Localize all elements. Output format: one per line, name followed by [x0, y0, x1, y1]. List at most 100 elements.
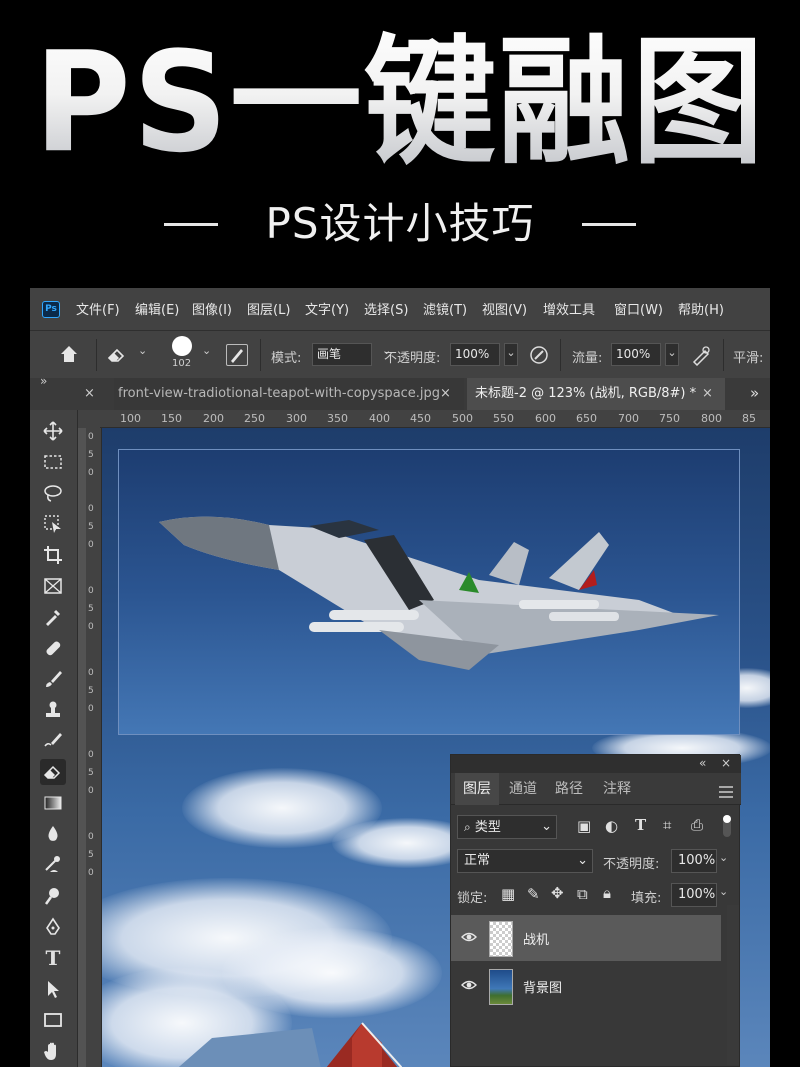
tab-paths[interactable]: 路径	[555, 773, 583, 805]
adjustment-filter-icon[interactable]: ◐	[605, 817, 618, 835]
filter-toggle-icon[interactable]	[723, 815, 731, 837]
marquee-icon[interactable]	[40, 449, 66, 475]
move-icon[interactable]	[40, 418, 66, 444]
stamp-icon[interactable]	[40, 697, 66, 723]
close-icon[interactable]: ×	[721, 756, 731, 770]
menu-layer[interactable]: 图层(L)	[247, 299, 290, 318]
panel-collapse-icon[interactable]: «	[699, 756, 706, 770]
ruler-tick-label: 0	[88, 432, 94, 442]
lock-artboard-icon[interactable]: ⧉	[577, 885, 588, 903]
smart-object-filter-icon[interactable]: ⎙	[691, 816, 703, 834]
menu-bar: Ps 文件(F) 编辑(E) 图像(I) 图层(L) 文字(Y) 选择(S) 滤…	[30, 288, 770, 330]
chevron-down-icon[interactable]: ⌄	[719, 851, 728, 864]
main-title: PS一键融图	[0, 14, 800, 193]
menu-file[interactable]: 文件(F)	[76, 299, 120, 318]
type-icon[interactable]: T	[40, 945, 66, 971]
close-icon[interactable]: ×	[702, 386, 713, 401]
ruler-tick-label: 5	[88, 850, 94, 860]
chevron-down-icon[interactable]: ⌄	[138, 344, 147, 357]
fill-input[interactable]: 100%	[671, 883, 717, 907]
eraser-preset-icon[interactable]	[106, 344, 128, 368]
close-icon[interactable]: ×	[84, 386, 95, 401]
menu-plugins[interactable]: 增效工具	[543, 299, 595, 318]
layer-filter-select[interactable]: ⌕ 类型 ⌄	[457, 815, 557, 839]
lock-image-icon[interactable]: ✎	[527, 885, 540, 903]
ruler-tick-label: 750	[659, 412, 680, 425]
rectangle-icon[interactable]	[40, 1007, 66, 1033]
menu-image[interactable]: 图像(I)	[192, 299, 232, 318]
crop-icon[interactable]	[40, 542, 66, 568]
shape-filter-icon[interactable]: ⌗	[663, 816, 671, 834]
subtitle-dash-left	[164, 223, 218, 226]
flow-label: 流量:	[572, 351, 603, 366]
subtitle-dash-right	[582, 223, 636, 226]
brush-size-icon[interactable]	[172, 336, 192, 356]
opacity-input[interactable]: 100%	[450, 343, 500, 366]
mode-select[interactable]: 画笔	[312, 343, 372, 366]
eraser-icon[interactable]	[40, 759, 66, 785]
menu-type[interactable]: 文字(Y)	[305, 299, 349, 318]
brush-icon[interactable]	[40, 666, 66, 692]
tab-overflow-icon[interactable]: »	[750, 384, 759, 402]
blur-icon[interactable]	[40, 821, 66, 847]
menu-window[interactable]: 窗口(W)	[614, 299, 663, 318]
ruler-tick-label: 5	[88, 604, 94, 614]
dodge-icon[interactable]	[40, 852, 66, 878]
flow-input[interactable]: 100%	[611, 343, 661, 366]
ruler-tick-label: 250	[244, 412, 265, 425]
menu-view[interactable]: 视图(V)	[482, 299, 527, 318]
gradient-icon[interactable]	[40, 790, 66, 816]
barn-image	[178, 1022, 402, 1067]
ruler-tick-label: 350	[327, 412, 348, 425]
fighter-jet-layer[interactable]	[118, 449, 740, 735]
lasso-icon[interactable]	[40, 480, 66, 506]
layer-row-fighter[interactable]: 战机	[451, 915, 721, 961]
chevron-down-icon[interactable]: ⌄	[719, 885, 728, 898]
chevron-down-icon[interactable]: ⌄	[202, 344, 211, 357]
lock-transparency-icon[interactable]: ▦	[501, 885, 515, 903]
layer-opacity-input[interactable]: 100%	[671, 849, 717, 873]
airbrush-icon[interactable]	[690, 344, 712, 370]
lock-position-icon[interactable]: ✥	[551, 884, 564, 902]
ruler-tick-label: 0	[88, 622, 94, 632]
blend-mode-select[interactable]: 正常 ⌄	[457, 849, 593, 873]
eye-icon[interactable]	[461, 977, 477, 993]
panel-menu-icon[interactable]	[719, 783, 733, 802]
brush-settings-icon[interactable]	[226, 344, 248, 366]
ruler-tick-label: 0	[88, 832, 94, 842]
pressure-opacity-icon[interactable]	[528, 344, 550, 370]
tab-channels[interactable]: 通道	[509, 773, 537, 805]
object-select-icon[interactable]	[40, 511, 66, 537]
layer-name: 战机	[523, 933, 550, 948]
hand-icon[interactable]	[40, 1038, 66, 1064]
frame-icon[interactable]	[40, 573, 66, 599]
menu-help[interactable]: 帮助(H)	[678, 299, 724, 318]
image-filter-icon[interactable]: ▣	[577, 817, 591, 835]
burn-icon[interactable]	[40, 883, 66, 909]
tab-teapot-document[interactable]: front-view-tradiotional-teapot-with-copy…	[114, 378, 464, 410]
home-icon[interactable]	[58, 343, 80, 369]
tab-label: 未标题-2 @ 123% (战机, RGB/8#) *	[475, 386, 697, 401]
tab-notes[interactable]: 注释	[603, 773, 631, 805]
chevron-down-icon[interactable]: ⌄	[504, 343, 518, 366]
menu-filter[interactable]: 滤镜(T)	[423, 299, 467, 318]
chevron-down-icon[interactable]: ⌄	[665, 343, 679, 366]
eye-icon[interactable]	[461, 929, 477, 945]
close-icon[interactable]: ×	[440, 386, 451, 401]
lock-all-icon[interactable]: 🔒︎	[603, 884, 611, 902]
options-separator	[560, 339, 561, 371]
layers-scrollbar[interactable]	[727, 905, 739, 1065]
history-brush-icon[interactable]	[40, 728, 66, 754]
pen-icon[interactable]	[40, 914, 66, 940]
tab-layers[interactable]: 图层	[455, 773, 499, 805]
type-filter-icon[interactable]: T	[635, 816, 646, 834]
layer-opacity-label: 不透明度:	[603, 857, 660, 872]
tab-untitled-2[interactable]: 未标题-2 @ 123% (战机, RGB/8#) *	[467, 378, 725, 410]
eyedropper-icon[interactable]	[40, 604, 66, 630]
layer-row-background[interactable]: 背景图	[451, 963, 721, 1009]
panel-collapse-icon[interactable]: »	[40, 374, 47, 388]
menu-select[interactable]: 选择(S)	[364, 299, 408, 318]
menu-edit[interactable]: 编辑(E)	[135, 299, 179, 318]
healing-icon[interactable]	[40, 635, 66, 661]
path-select-icon[interactable]	[40, 976, 66, 1002]
